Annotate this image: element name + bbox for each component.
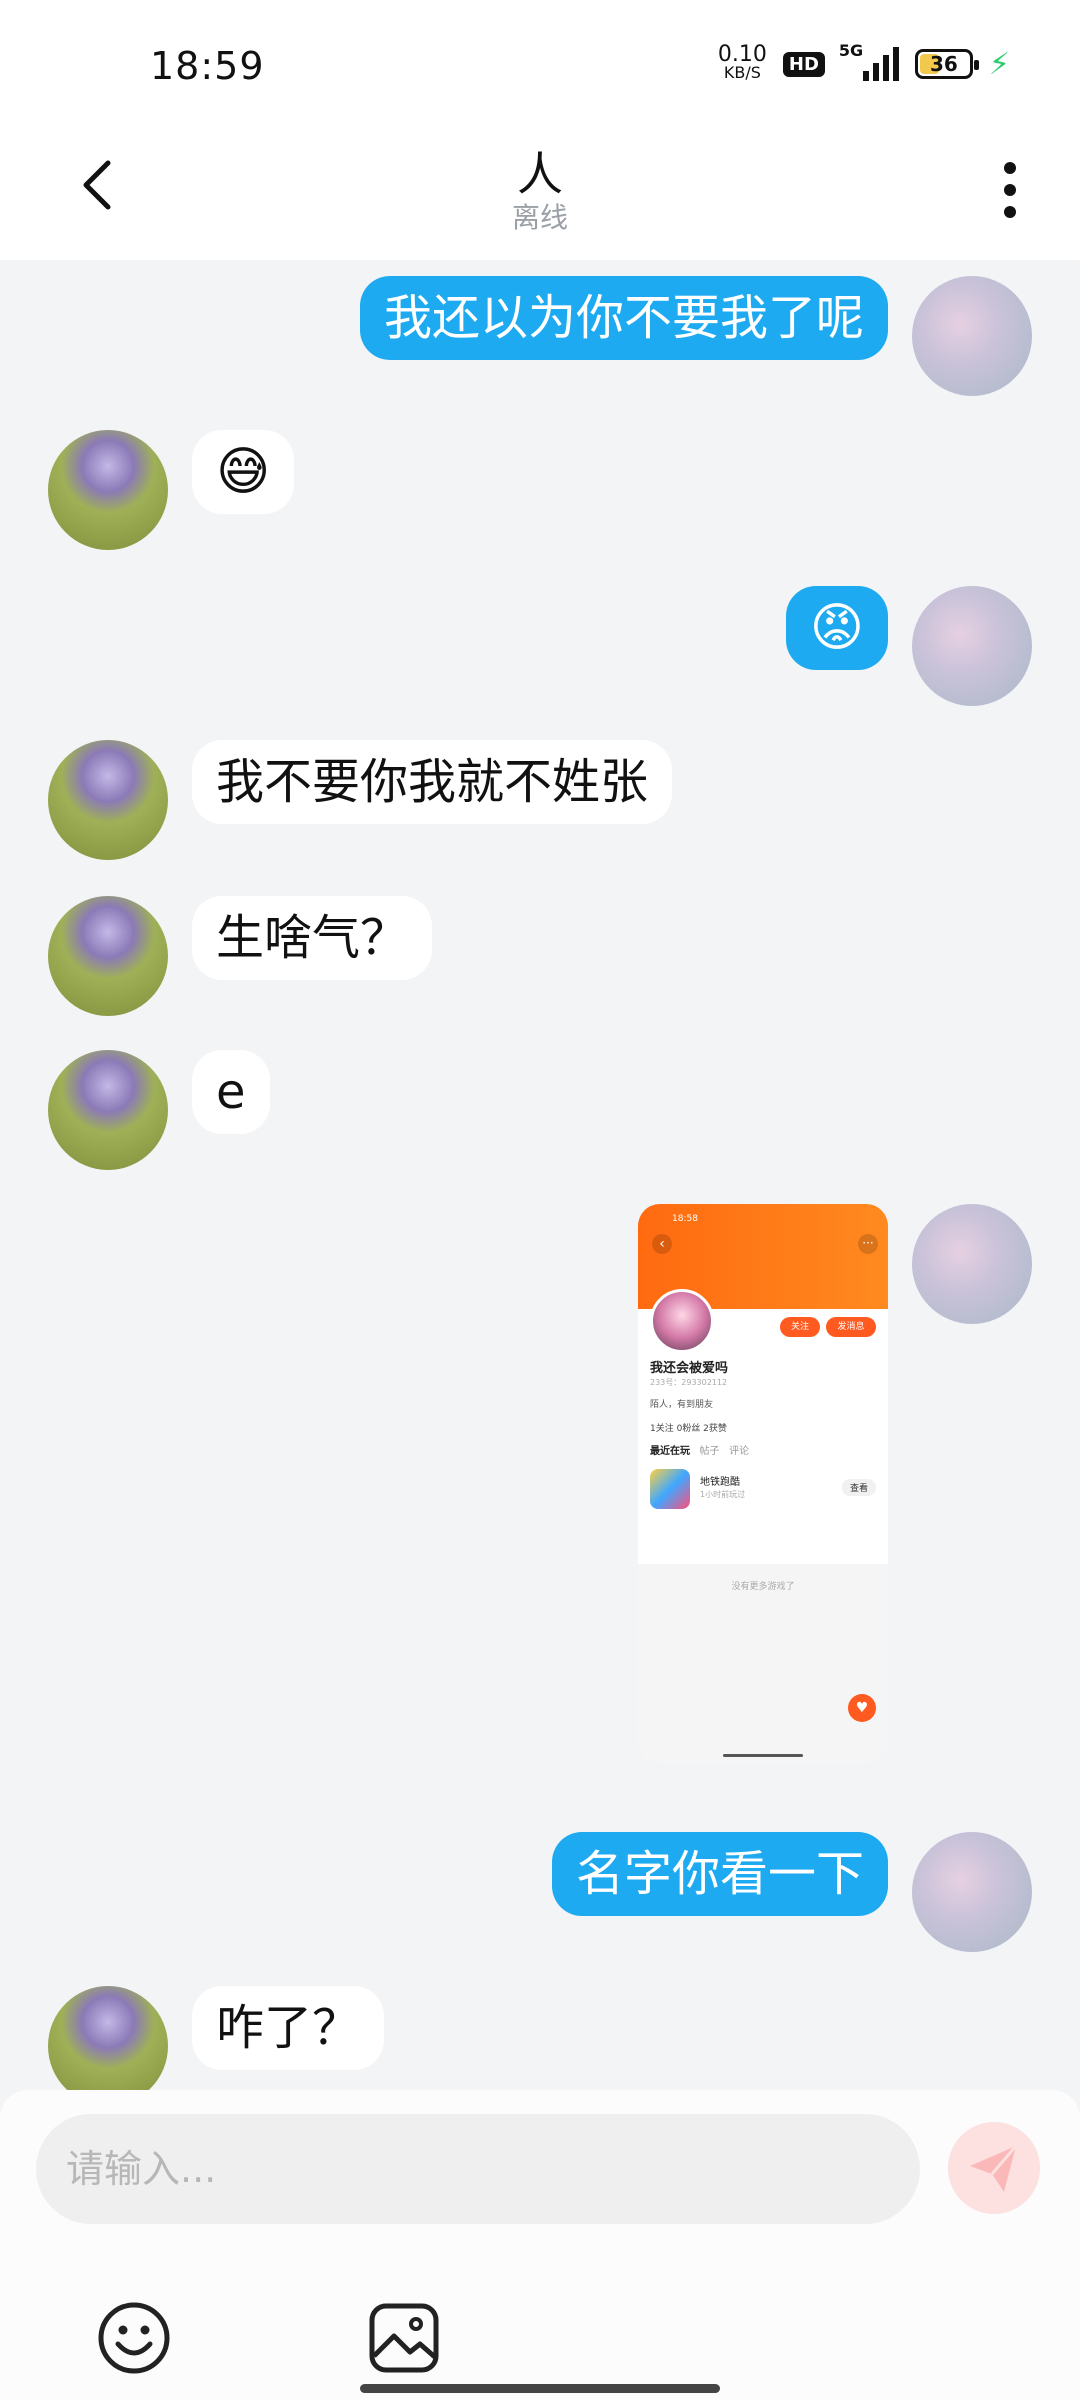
shared-image-back-icon: ‹ [652,1234,672,1254]
shared-image-more-icon: ··· [858,1234,878,1254]
emoji-icon[interactable] [96,2300,172,2376]
home-indicator[interactable] [360,2384,720,2393]
input-bar: 请输入... [0,2090,1080,2400]
battery-level: 36 [930,52,958,76]
my-avatar[interactable] [912,1832,1032,1952]
shared-image-name: 我还会被爱吗 [650,1361,729,1376]
network-speed-unit: KB/S [723,63,761,82]
shared-image-heart-icon: ♥ [848,1694,876,1722]
message-list[interactable]: 我还以为你不要我了呢 😅 😡 我不要你我就不姓张 生啥气？ e 18:58 ‹ … [0,260,1080,2090]
message-input[interactable]: 请输入... [36,2114,920,2224]
status-bar: 18:59 0.10 KB/S HD 5G 36 ⚡ [0,0,1080,130]
shared-image-follow-button: 关注 [780,1317,820,1337]
shared-image-tab-active: 最近在玩 [650,1446,690,1457]
message-bubble-received[interactable]: 😅 [192,430,295,514]
shared-image-time: 18:58 [672,1214,698,1224]
contact-avatar[interactable] [48,430,168,550]
my-avatar[interactable] [912,1204,1032,1324]
message-bubble-received[interactable]: 我不要你我就不姓张 [192,740,673,824]
network-speed-value: 0.10 [717,42,767,67]
contact-name: 人 [517,147,563,201]
shared-image-game-sub: 1小时前玩过 [700,1490,746,1499]
shared-image-view-button: 查看 [841,1479,876,1496]
shared-image-stats: 1关注 0粉丝 2获赞 [650,1424,727,1434]
shared-image-id: 233号：293302112 [650,1378,728,1387]
shared-image-message-button: 发消息 [826,1317,876,1337]
shared-image-tab: 帖子 [699,1446,720,1457]
message-bubble-received[interactable]: 生啥气？ [192,896,433,980]
contact-avatar[interactable] [48,896,168,1016]
signal-icon: 5G [839,41,899,81]
status-icons: 0.10 KB/S HD 5G 36 ⚡ [717,41,1010,82]
signal-label: 5G [838,41,864,60]
battery-icon: 36 [914,49,979,79]
message-bubble-sent[interactable]: 名字你看一下 [551,1832,888,1916]
chat-header: 人 离线 [0,130,1080,260]
my-avatar[interactable] [912,276,1032,396]
shared-image-avatar [650,1289,714,1353]
network-speed: 0.10 KB/S [717,42,767,82]
status-time: 18:59 [150,44,265,88]
contact-avatar[interactable] [48,740,168,860]
message-bubble-sent[interactable]: 😡 [785,586,888,670]
shared-image-profile-card: 关注 发消息 我还会被爱吗 233号：293302112 陌人，有到朋友 1关注… [638,1289,888,1564]
shared-image-empty-text: 没有更多游戏了 [731,1582,795,1592]
message-bubble-sent[interactable]: 我还以为你不要我了呢 [359,276,888,360]
shared-image-message[interactable]: 18:58 ‹ ··· 关注 发消息 我还会被爱吗 233号：293302112… [638,1204,888,1764]
shared-image-tab: 评论 [729,1446,750,1457]
contact-status: 离线 [511,201,568,234]
image-icon[interactable] [366,2300,442,2376]
message-bubble-received[interactable]: e [192,1050,270,1134]
contact-avatar[interactable] [48,1986,168,2090]
my-avatar[interactable] [912,586,1032,706]
send-icon[interactable] [948,2122,1040,2214]
shared-image-home-indicator [723,1754,803,1757]
shared-image-game-icon [650,1469,690,1509]
charging-icon: ⚡ [988,46,1010,82]
more-options-icon[interactable] [1000,160,1020,220]
shared-image-game-name: 地铁跑酷 [700,1477,740,1488]
shared-image-bio: 陌人，有到朋友 [650,1400,714,1410]
hd-badge: HD [782,51,825,77]
shared-image-tabs: 最近在玩 帖子 评论 [650,1442,749,1457]
contact-avatar[interactable] [48,1050,168,1170]
message-bubble-received[interactable]: 咋了？ [192,1986,385,2070]
